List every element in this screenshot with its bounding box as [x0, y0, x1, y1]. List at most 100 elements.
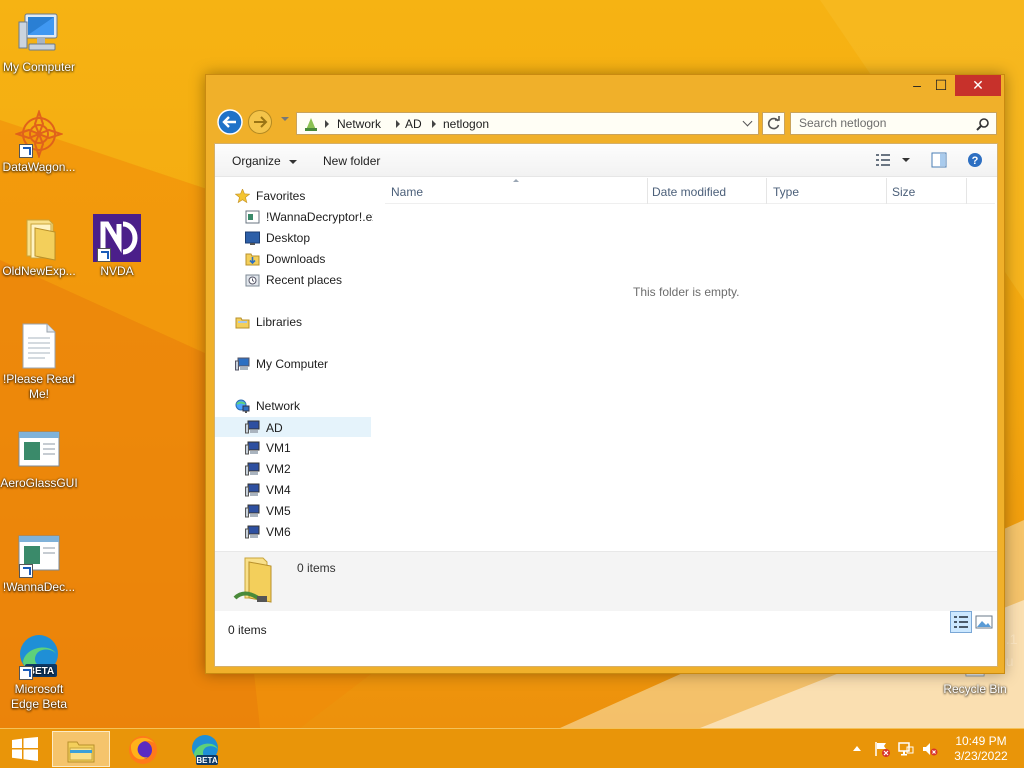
- shortcut-arrow-icon: [19, 666, 33, 680]
- breadcrumb-item-netlogon[interactable]: netlogon: [443, 117, 489, 131]
- organize-label: Organize: [232, 154, 281, 168]
- nav-item-desktop[interactable]: Desktop: [215, 228, 375, 248]
- nav-label: Network: [256, 399, 301, 413]
- breadcrumb-separator-icon: [396, 120, 400, 128]
- nav-item-recent-places[interactable]: Recent places: [215, 270, 375, 290]
- column-separator[interactable]: [886, 178, 887, 204]
- search-placeholder: Search netlogon: [799, 116, 887, 130]
- network-computer-icon: [245, 483, 260, 497]
- column-type[interactable]: Type: [773, 185, 799, 199]
- nav-network[interactable]: Network: [215, 396, 375, 416]
- nav-favorites[interactable]: Favorites: [215, 186, 375, 206]
- desktop-icon-oldnewexplorer[interactable]: OldNewExp...: [0, 214, 79, 279]
- large-icons-view-icon[interactable]: [974, 612, 994, 632]
- network-folder-icon: [305, 118, 317, 131]
- nav-item-ad[interactable]: AD: [215, 417, 371, 437]
- explorer-window: – ☐ ✕ Network AD netlogon Search netlogo…: [205, 74, 1005, 674]
- svg-text:?: ?: [972, 155, 979, 167]
- minimize-button[interactable]: –: [903, 75, 931, 96]
- desktop-icon-datawagon[interactable]: DataWagon...: [0, 110, 79, 175]
- column-separator[interactable]: [647, 178, 648, 204]
- nav-item-wannadecryptor[interactable]: !WannaDecryptor!.exe: [215, 207, 373, 227]
- preview-pane-icon[interactable]: [931, 152, 947, 168]
- desktop-icon: [245, 231, 260, 245]
- recent-places-icon: [245, 274, 260, 287]
- nav-label: VM6: [266, 525, 291, 539]
- recent-locations-chevron-icon[interactable]: [281, 117, 289, 121]
- action-center-flag-icon[interactable]: [874, 741, 890, 757]
- column-name[interactable]: Name: [391, 185, 423, 199]
- maximize-button[interactable]: ☐: [928, 75, 954, 96]
- nav-label: My Computer: [256, 357, 329, 371]
- desktop-icon-please-read-me[interactable]: !Please Read Me!: [0, 322, 79, 402]
- nav-item-downloads[interactable]: Downloads: [215, 249, 375, 269]
- nav-libraries[interactable]: Libraries: [215, 312, 375, 332]
- desktop-icon-my-computer[interactable]: My Computer: [0, 10, 79, 75]
- taskbar-firefox[interactable]: [114, 731, 172, 767]
- taskbar-edge-beta[interactable]: BETA: [176, 731, 234, 767]
- change-view-icon[interactable]: [875, 153, 891, 167]
- address-bar[interactable]: Network AD netlogon: [296, 112, 759, 135]
- navigation-pane: Favorites !WannaDecryptor!.exe Desktop D…: [215, 178, 375, 583]
- desktop-icon-edge-beta[interactable]: BETA Microsoft Edge Beta: [0, 632, 79, 712]
- volume-muted-icon[interactable]: [922, 741, 938, 757]
- command-bar: Organize New folder ?: [215, 144, 997, 177]
- clock-date: 3/23/2022: [954, 749, 1008, 763]
- network-status-icon[interactable]: [898, 741, 914, 757]
- nav-item-vm1[interactable]: VM1: [215, 438, 375, 458]
- organize-button[interactable]: Organize: [232, 154, 298, 168]
- nav-label: VM2: [266, 462, 291, 476]
- search-input[interactable]: Search netlogon: [790, 112, 997, 135]
- back-button[interactable]: [217, 109, 243, 135]
- nav-item-vm2[interactable]: VM2: [215, 459, 375, 479]
- explorer-client-area: Organize New folder ? Favorites !WannaDe…: [214, 143, 998, 667]
- desktop-icon-aeroglassgui[interactable]: AeroGlassGUI: [0, 426, 79, 491]
- app-window-icon: [18, 431, 60, 467]
- text-file-icon: [22, 323, 56, 369]
- file-explorer-icon: [67, 741, 95, 763]
- column-date-modified[interactable]: Date modified: [652, 185, 726, 199]
- nav-my-computer[interactable]: My Computer: [215, 354, 375, 374]
- refresh-button[interactable]: [762, 112, 785, 135]
- desktop-icon-label: DataWagon...: [2, 160, 76, 174]
- desktop-icon-label: Recycle Bin: [943, 682, 1007, 696]
- shortcut-arrow-icon: [19, 144, 33, 158]
- nav-item-vm6[interactable]: VM6: [215, 522, 375, 542]
- breadcrumb-item-ad[interactable]: AD: [405, 117, 422, 131]
- new-folder-button[interactable]: New folder: [323, 154, 380, 168]
- nav-label: Recent places: [266, 273, 343, 287]
- nav-item-vm5[interactable]: VM5: [215, 501, 375, 521]
- nav-label: Libraries: [256, 315, 303, 329]
- computer-icon: [235, 357, 250, 371]
- search-icon[interactable]: [976, 117, 990, 131]
- desktop-icon-wannadecryptor[interactable]: !WannaDec...: [0, 530, 79, 595]
- network-share-folder-icon: [233, 557, 272, 603]
- view-options-chevron-icon[interactable]: [902, 158, 910, 162]
- network-computer-icon: [245, 420, 260, 434]
- close-button[interactable]: ✕: [955, 75, 1001, 96]
- taskbar-file-explorer[interactable]: [52, 731, 110, 767]
- breadcrumb-item-network[interactable]: Network: [337, 117, 381, 131]
- column-separator[interactable]: [766, 178, 767, 204]
- help-icon[interactable]: ?: [967, 152, 983, 168]
- column-size[interactable]: Size: [892, 185, 915, 199]
- column-header: Name Date modified Type Size: [385, 178, 995, 204]
- star-icon: [235, 189, 250, 203]
- breadcrumb-separator-icon: [325, 120, 329, 128]
- details-view-icon[interactable]: [950, 611, 972, 633]
- column-separator[interactable]: [966, 178, 967, 204]
- forward-button[interactable]: [247, 109, 273, 135]
- desktop-icon-nvda[interactable]: NVDA: [77, 214, 157, 279]
- address-dropdown-chevron-icon[interactable]: [742, 116, 753, 127]
- nav-label: VM5: [266, 504, 291, 518]
- start-icon[interactable]: [12, 737, 38, 761]
- show-hidden-icons-chevron-icon[interactable]: [853, 746, 861, 751]
- downloads-folder-icon: [245, 253, 260, 266]
- network-computer-icon: [245, 525, 260, 539]
- chevron-down-icon: [289, 159, 298, 164]
- empty-folder-message: This folder is empty.: [633, 285, 740, 299]
- nav-item-vm4[interactable]: VM4: [215, 480, 375, 500]
- network-computer-icon: [245, 504, 260, 518]
- system-clock[interactable]: 10:49 PM 3/23/2022: [950, 734, 1012, 764]
- nav-label: AD: [266, 421, 283, 435]
